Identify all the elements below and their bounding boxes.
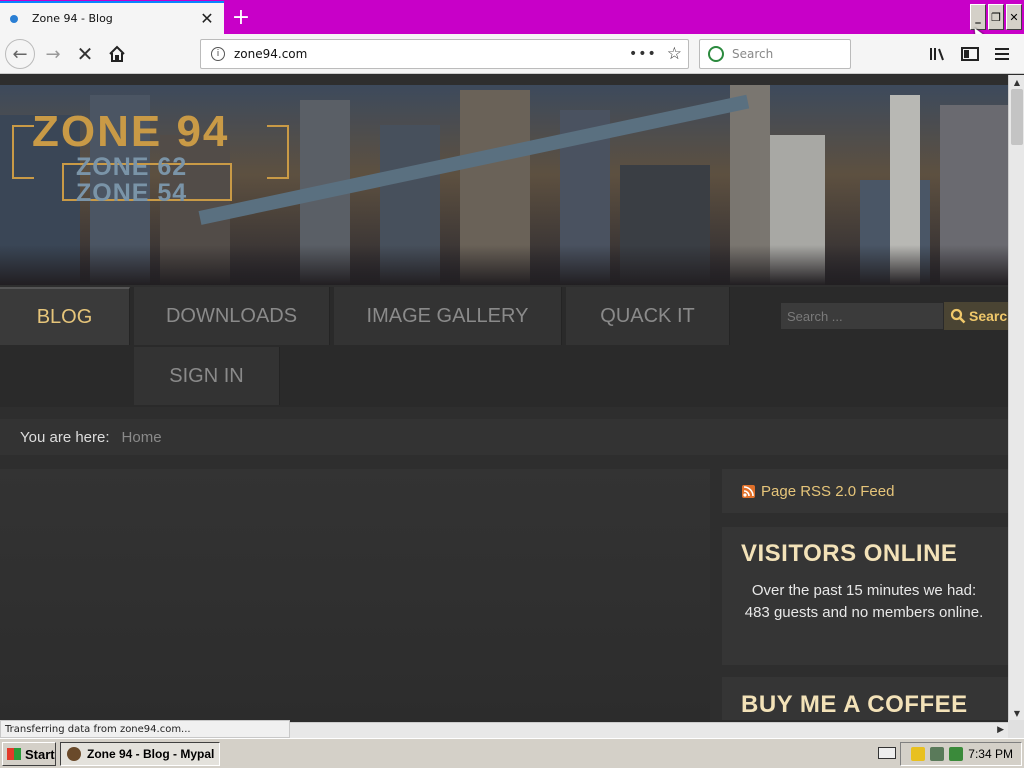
browser-search-box[interactable] <box>699 39 851 69</box>
menu-button[interactable] <box>986 39 1018 69</box>
rss-feed-link[interactable]: Page RSS 2.0 Feed <box>761 483 894 500</box>
taskbar-window-button[interactable]: Zone 94 - Blog - Mypal <box>60 742 220 766</box>
taskbar: Start Zone 94 - Blog - Mypal 7:34 PM <box>0 738 1024 768</box>
vertical-scrollbar[interactable]: ▲ ▼ <box>1008 75 1024 720</box>
tab-strip: Zone 94 - Blog ✕ + _ ❐ ✕ <box>0 0 1024 34</box>
page-actions-icon[interactable]: ••• <box>629 46 657 62</box>
browser-tab[interactable]: Zone 94 - Blog ✕ <box>0 1 224 34</box>
visitors-online-box: VISITORS ONLINE Over the past 15 minutes… <box>722 527 1008 665</box>
home-button[interactable] <box>102 39 132 69</box>
logo-title: ZONE 94 <box>32 107 230 156</box>
scroll-thumb[interactable] <box>1011 89 1023 145</box>
horizontal-scrollbar[interactable]: ▶ <box>290 722 1008 738</box>
menu-item-sign-in[interactable]: SIGN IN <box>134 347 280 405</box>
scroll-down-arrow-icon[interactable]: ▼ <box>1009 706 1024 720</box>
restore-button[interactable]: ❐ <box>988 4 1004 30</box>
scroll-up-arrow-icon[interactable]: ▲ <box>1009 75 1024 89</box>
site-search: Search <box>780 302 1008 330</box>
tab-title: Zone 94 - Blog <box>32 12 113 25</box>
breadcrumb-label: You are here: <box>20 428 110 446</box>
volume-icon[interactable] <box>949 747 964 761</box>
sidebar-toggle-button[interactable] <box>954 39 986 69</box>
status-text: Transferring data from zone94.com... <box>5 723 191 735</box>
main-menu: BLOG DOWNLOADS IMAGE GALLERY QUACK IT SI… <box>0 287 1008 407</box>
new-tab-button[interactable]: + <box>228 4 254 30</box>
menu-item-image-gallery[interactable]: IMAGE GALLERY <box>334 287 562 345</box>
library-button[interactable] <box>922 39 954 69</box>
start-label: Start <box>25 746 55 762</box>
site-search-button[interactable]: Search <box>944 302 1008 330</box>
site-info-icon[interactable]: i <box>211 47 225 61</box>
back-button[interactable]: ← <box>5 39 35 69</box>
logo-subtitle-2: ZONE 54 <box>76 179 188 207</box>
scrollbar-corner <box>1008 720 1024 738</box>
clock: 7:34 PM <box>968 747 1013 761</box>
search-engine-icon[interactable] <box>708 46 724 62</box>
sidebar-icon <box>961 47 979 61</box>
menu-item-blog[interactable]: BLOG <box>0 287 130 345</box>
navigation-toolbar: ← → ✕ i zone94.com ••• ☆ <box>0 34 1024 74</box>
coffee-heading: BUY ME A COFFEE <box>741 691 968 718</box>
stop-loading-button[interactable]: ✕ <box>70 39 100 69</box>
scroll-right-arrow-icon[interactable]: ▶ <box>997 725 1004 735</box>
forward-button[interactable]: → <box>38 39 68 69</box>
network-icon[interactable] <box>930 747 945 761</box>
library-icon <box>930 48 944 61</box>
buy-me-a-coffee-box: BUY ME A COFFEE <box>722 677 1008 720</box>
visitors-text: Over the past 15 minutes we had: 483 gue… <box>744 582 984 621</box>
system-tray: 7:34 PM <box>900 742 1022 766</box>
breadcrumb: You are here: Home <box>0 419 1008 455</box>
close-tab-icon[interactable]: ✕ <box>196 8 218 30</box>
windows-logo-icon <box>7 748 21 760</box>
favicon-icon <box>10 14 18 23</box>
site-search-button-label: Search <box>969 308 1008 324</box>
taskbar-window-label: Zone 94 - Blog - Mypal <box>87 747 215 761</box>
security-shield-icon[interactable] <box>911 747 926 761</box>
header-banner: ZONE 94 ZONE 62 ZONE 54 <box>0 85 1008 285</box>
url-text[interactable]: zone94.com <box>234 47 629 61</box>
rss-feed-box: Page RSS 2.0 Feed <box>722 469 1008 513</box>
breadcrumb-home[interactable]: Home <box>122 429 162 446</box>
site-search-input[interactable] <box>780 302 944 330</box>
sidebar: Page RSS 2.0 Feed VISITORS ONLINE Over t… <box>722 469 1008 720</box>
browser-search-input[interactable] <box>732 47 842 61</box>
keyboard-icon[interactable] <box>878 747 896 759</box>
menu-item-quack-it[interactable]: QUACK IT <box>566 287 730 345</box>
close-window-button[interactable]: ✕ <box>1006 4 1022 30</box>
rss-icon <box>742 484 755 498</box>
menu-item-downloads[interactable]: DOWNLOADS <box>134 287 330 345</box>
hamburger-menu-icon <box>995 48 1009 60</box>
main-content-area <box>0 469 710 720</box>
bookmark-star-icon[interactable]: ☆ <box>667 44 682 64</box>
status-bar: Transferring data from zone94.com... <box>0 720 290 738</box>
mypal-app-icon <box>67 747 81 761</box>
logo-subtitle-1: ZONE 62 <box>76 153 188 181</box>
site-logo[interactable]: ZONE 94 ZONE 62 ZONE 54 <box>12 107 292 207</box>
search-icon <box>950 308 966 324</box>
home-icon <box>109 45 125 62</box>
visitors-heading: VISITORS ONLINE <box>741 540 958 567</box>
url-bar[interactable]: i zone94.com ••• ☆ <box>200 39 689 69</box>
page-viewport: ZONE 94 ZONE 62 ZONE 54 BLOG DOWNLOADS I… <box>0 75 1008 720</box>
start-button[interactable]: Start <box>2 742 56 766</box>
